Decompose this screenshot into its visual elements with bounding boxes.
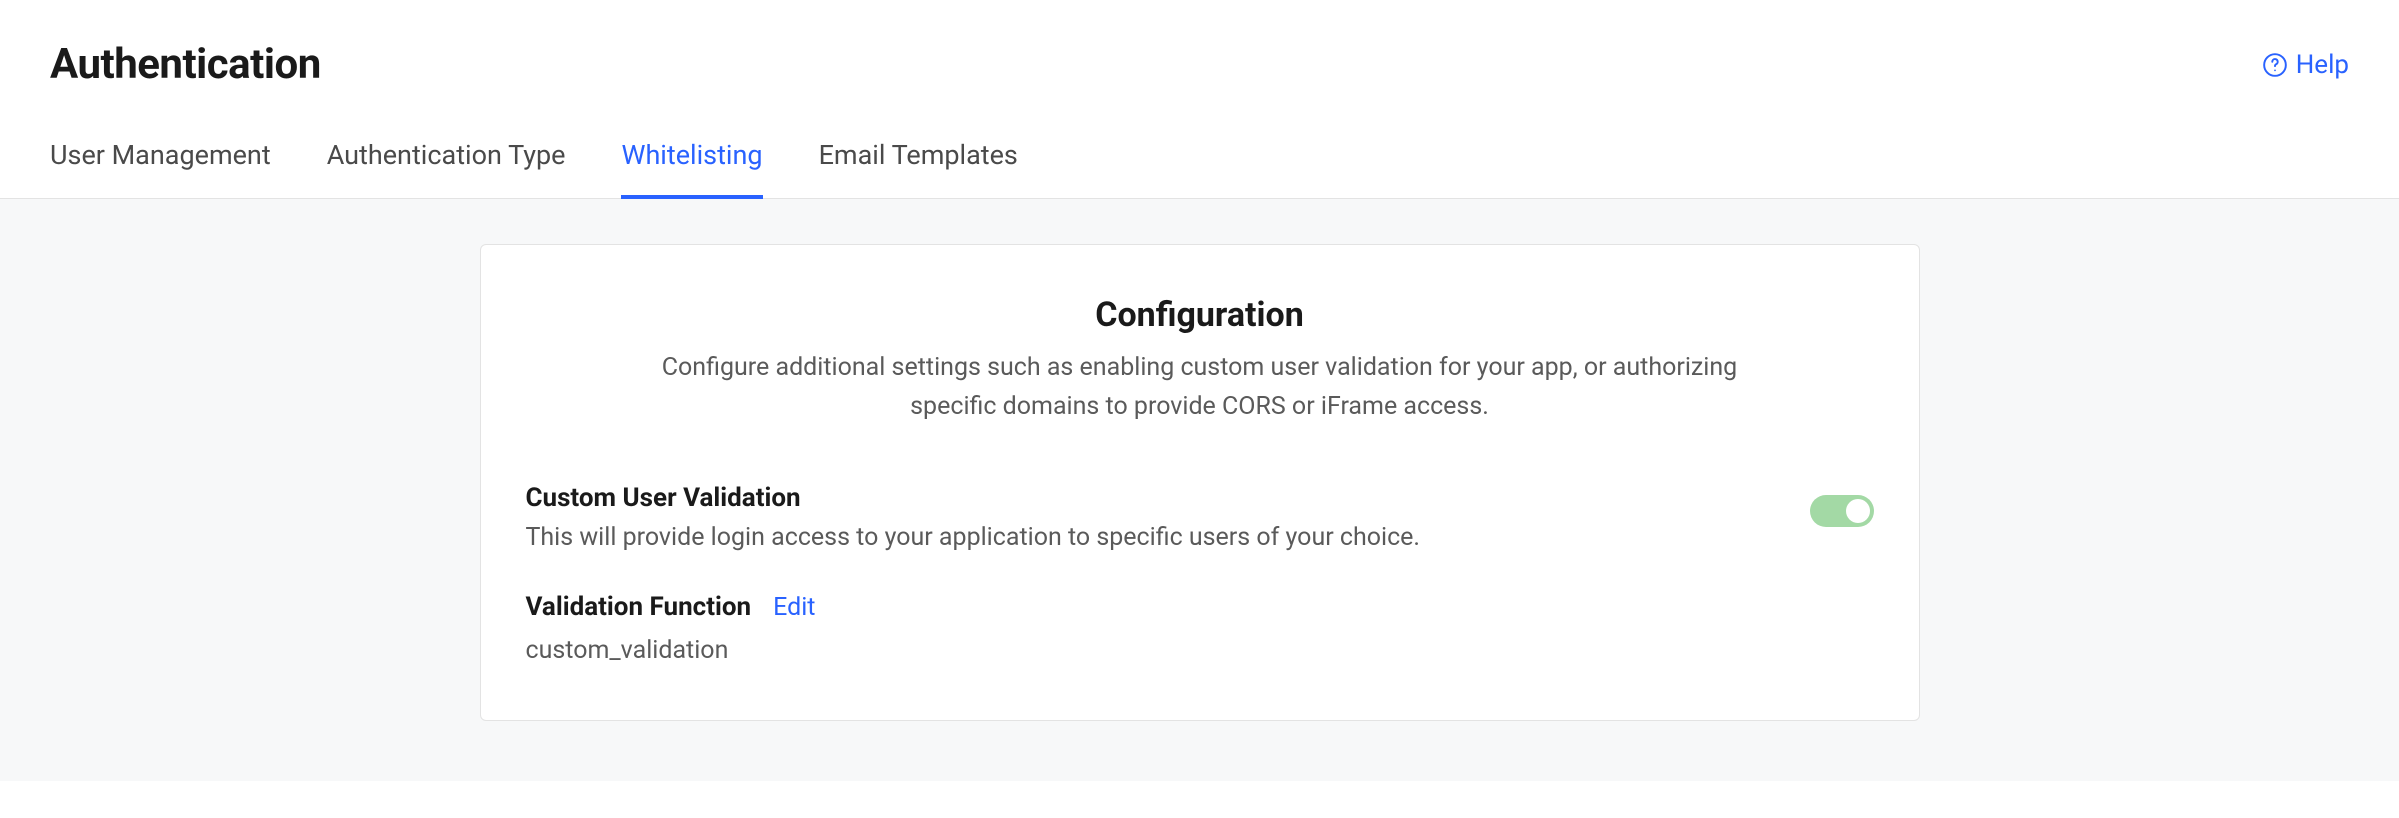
help-link[interactable]: Help — [2262, 50, 2349, 80]
tab-user-management[interactable]: User Management — [50, 139, 271, 199]
tabs: User Management Authentication Type Whit… — [0, 89, 2399, 199]
help-label: Help — [2296, 50, 2349, 80]
page-title: Authentication — [50, 40, 321, 89]
tab-authentication-type[interactable]: Authentication Type — [327, 139, 566, 199]
card-title: Configuration — [526, 295, 1874, 335]
help-icon — [2262, 52, 2288, 78]
edit-validation-function-link[interactable]: Edit — [773, 593, 815, 622]
validation-function-label: Validation Function — [526, 592, 752, 622]
custom-validation-description: This will provide login access to your a… — [526, 523, 1810, 552]
custom-validation-heading: Custom User Validation — [526, 483, 1810, 513]
tab-email-templates[interactable]: Email Templates — [819, 139, 1018, 199]
content-area: Configuration Configure additional setti… — [0, 199, 2399, 781]
card-subtitle: Configure additional settings such as en… — [640, 349, 1760, 427]
tab-whitelisting[interactable]: Whitelisting — [621, 139, 762, 199]
configuration-card: Configuration Configure additional setti… — [480, 244, 1920, 721]
custom-validation-toggle[interactable] — [1810, 495, 1874, 527]
validation-function-value: custom_validation — [526, 636, 1874, 665]
